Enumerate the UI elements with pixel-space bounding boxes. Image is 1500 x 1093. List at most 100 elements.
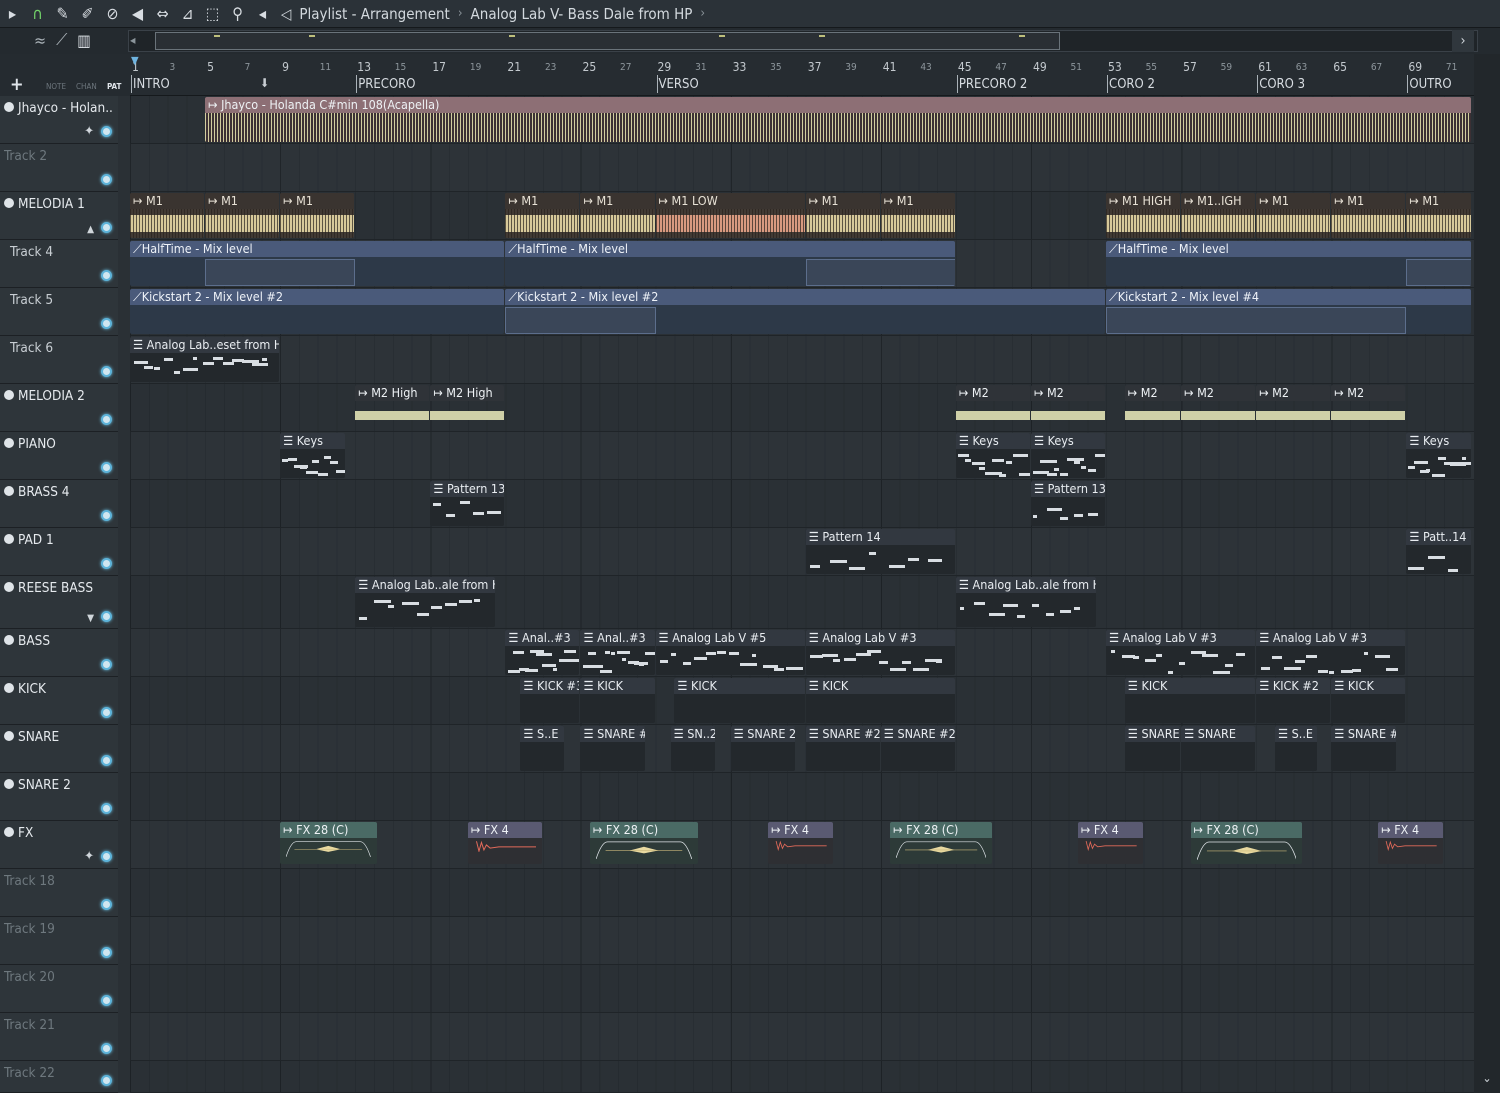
playlist-clip[interactable]: ⟋HalfTime - Mix level: [130, 241, 505, 286]
track-name[interactable]: Track 6: [10, 340, 53, 356]
playlist-clip[interactable]: ☰ S..E: [1274, 726, 1318, 771]
track-knob-icon[interactable]: [101, 222, 112, 233]
playlist-clip[interactable]: ↦ M1: [580, 193, 655, 238]
playlist-clip[interactable]: ↦ M1 LOW: [655, 193, 805, 238]
track-lane[interactable]: [130, 1013, 1474, 1061]
track-name[interactable]: MELODIA 2: [18, 388, 85, 404]
playlist-clip[interactable]: ↦ M1: [505, 193, 580, 238]
track-header[interactable]: Track 22: [0, 1061, 118, 1093]
track-knob-icon[interactable]: [101, 611, 112, 622]
playlist-clip[interactable]: ☰ Patt..14: [1406, 529, 1472, 574]
track-lane[interactable]: [130, 528, 1474, 576]
playlist-clip[interactable]: ☰ KICK: [1124, 678, 1256, 723]
playlist-clip[interactable]: ☰ Analog Lab..ale from HP: [355, 577, 495, 627]
track-knob-icon[interactable]: [101, 947, 112, 958]
track-header[interactable]: Track 21: [0, 1013, 118, 1061]
section-marker[interactable]: CORO 2: [1107, 75, 1155, 93]
track-name[interactable]: Track 21: [4, 1017, 55, 1033]
track-lane[interactable]: [130, 336, 1474, 384]
track-name[interactable]: FX: [18, 825, 33, 841]
playlist-clip[interactable]: ☰ KICK: [805, 678, 955, 723]
track-name[interactable]: BASS: [18, 633, 50, 649]
playlist-clip[interactable]: ☰ Anal..#3: [505, 630, 580, 675]
track-knob-icon[interactable]: [101, 659, 112, 670]
section-marker[interactable]: OUTRO: [1407, 75, 1452, 93]
playlist-clip[interactable]: ☰ Keys: [280, 433, 345, 478]
song-overview-scrollbar[interactable]: [128, 30, 1478, 52]
playlist-clip[interactable]: ☰ Keys: [1406, 433, 1472, 478]
playlist-clip[interactable]: ☰ Analog Lab V #3: [1256, 630, 1406, 675]
playlist-clip[interactable]: ☰ Pattern 13: [430, 481, 505, 526]
track-name[interactable]: REESE BASS: [18, 580, 93, 596]
track-header[interactable]: Track 6: [0, 336, 118, 384]
collapse-up-icon[interactable]: ▲: [87, 224, 94, 235]
track-header[interactable]: SNARE 2: [0, 773, 118, 821]
loop-marker-icon[interactable]: ⬇: [260, 76, 269, 90]
track-knob-icon[interactable]: [101, 510, 112, 521]
slip-tool-icon[interactable]: ⇔: [150, 0, 175, 28]
track-name[interactable]: Track 5: [10, 292, 53, 308]
playhead-icon[interactable]: ▼: [131, 54, 139, 67]
playlist-clip[interactable]: ⟋Kickstart 2 - Mix level #2: [130, 289, 505, 334]
playlist-clip[interactable]: ⟋Kickstart 2 - Mix level #4: [1106, 289, 1472, 334]
waveform-toggle-icon[interactable]: ✦: [84, 124, 94, 139]
track-header[interactable]: Jhayco - Holan.. ✦: [0, 96, 118, 144]
playlist-clip[interactable]: ☰ SNARE #2: [805, 726, 880, 771]
track-header[interactable]: Track 19: [0, 917, 118, 965]
playlist-clip[interactable]: ☰ KICK #2: [1256, 678, 1331, 723]
playlist-clip[interactable]: ☰ Analog Lab V #3: [805, 630, 955, 675]
playlist-clip[interactable]: ☰ SNARE: [1181, 726, 1256, 771]
timeline-ruler[interactable]: 1 3 5 7 9 11 13 15 17 19 21 23 25 27 29 31 33 35 37 39 41 43 4…: [130, 54, 1474, 96]
playlist-clip[interactable]: ↦ M1 HIGH: [1106, 193, 1181, 238]
track-header[interactable]: MELODIA 1 ▲: [0, 192, 118, 240]
track-lane[interactable]: [130, 965, 1474, 1013]
scroll-left-icon[interactable]: ◂: [130, 33, 135, 47]
track-name[interactable]: Track 4: [10, 244, 53, 260]
pencil-tool-icon[interactable]: ✎: [50, 0, 75, 28]
track-name[interactable]: Track 22: [4, 1065, 55, 1081]
play-arrow-icon[interactable]: ▸: [0, 0, 25, 28]
playlist-clip[interactable]: ↦ M1: [1406, 193, 1472, 238]
track-name[interactable]: SNARE: [18, 729, 59, 745]
scroll-down-icon[interactable]: ⌄: [1478, 1071, 1496, 1089]
track-lane[interactable]: [130, 725, 1474, 773]
playlist-clip[interactable]: ☰ SN..2: [670, 726, 715, 771]
track-lane[interactable]: [130, 144, 1474, 192]
paint-brush-tool-icon[interactable]: ✐: [75, 0, 100, 28]
playlist-clip[interactable]: ☰ Keys: [1030, 433, 1106, 478]
playlist-clip[interactable]: ↦ FX 28 (C): [280, 822, 377, 864]
playlist-clip[interactable]: ↦ M1: [1331, 193, 1406, 238]
playlist-clip[interactable]: ↦ FX 28 (C): [589, 822, 698, 864]
playlist-clip[interactable]: ↦ M1..IGH: [1181, 193, 1256, 238]
track-knob-icon[interactable]: [101, 851, 112, 862]
track-name[interactable]: KICK: [18, 681, 46, 697]
track-name[interactable]: MELODIA 1: [18, 196, 85, 212]
add-track-button[interactable]: +: [10, 74, 24, 95]
track-header[interactable]: Track 4: [0, 240, 118, 288]
playlist-clip[interactable]: ↦ FX 28 (C): [1190, 822, 1303, 864]
section-marker[interactable]: VERSO: [656, 75, 699, 93]
track-lane[interactable]: [130, 576, 1474, 629]
waveform-icon[interactable]: ≈: [34, 31, 46, 50]
playlist-clip[interactable]: ☰ SNARE 2: [730, 726, 796, 771]
playlist-clip[interactable]: ↦ FX 4: [467, 822, 542, 864]
playlist-clip[interactable]: ⟋Kickstart 2 - Mix level #2: [505, 289, 1106, 334]
section-marker[interactable]: INTRO: [131, 75, 170, 93]
playlist-clip[interactable]: ↦ M1: [205, 193, 280, 238]
track-knob-icon[interactable]: [101, 995, 112, 1006]
playlist-clip[interactable]: ↦ M1: [280, 193, 355, 238]
track-name[interactable]: Track 18: [4, 873, 55, 889]
tab-pat[interactable]: PAT: [107, 82, 121, 91]
track-knob-icon[interactable]: [101, 414, 112, 425]
playlist-clip[interactable]: ☰ S..E: [520, 726, 565, 771]
playlist-clip[interactable]: ↦ Jhayco - Holanda C#min 108(Acapella): [205, 97, 1472, 142]
playlist-clip[interactable]: ☰ Pattern 14: [805, 529, 955, 574]
playlist-clip[interactable]: ☰ SNARE: [1124, 726, 1181, 771]
playlist-clip[interactable]: ☰ KICK #3: [520, 678, 580, 723]
track-name[interactable]: PIANO: [18, 436, 56, 452]
automation-curve-icon[interactable]: ⟋: [56, 30, 67, 50]
track-header[interactable]: MELODIA 2: [0, 384, 118, 432]
slice-tool-icon[interactable]: ⊿: [175, 0, 200, 28]
track-name[interactable]: Track 20: [4, 969, 55, 985]
playback-tool-icon[interactable]: ◂: [250, 0, 275, 28]
